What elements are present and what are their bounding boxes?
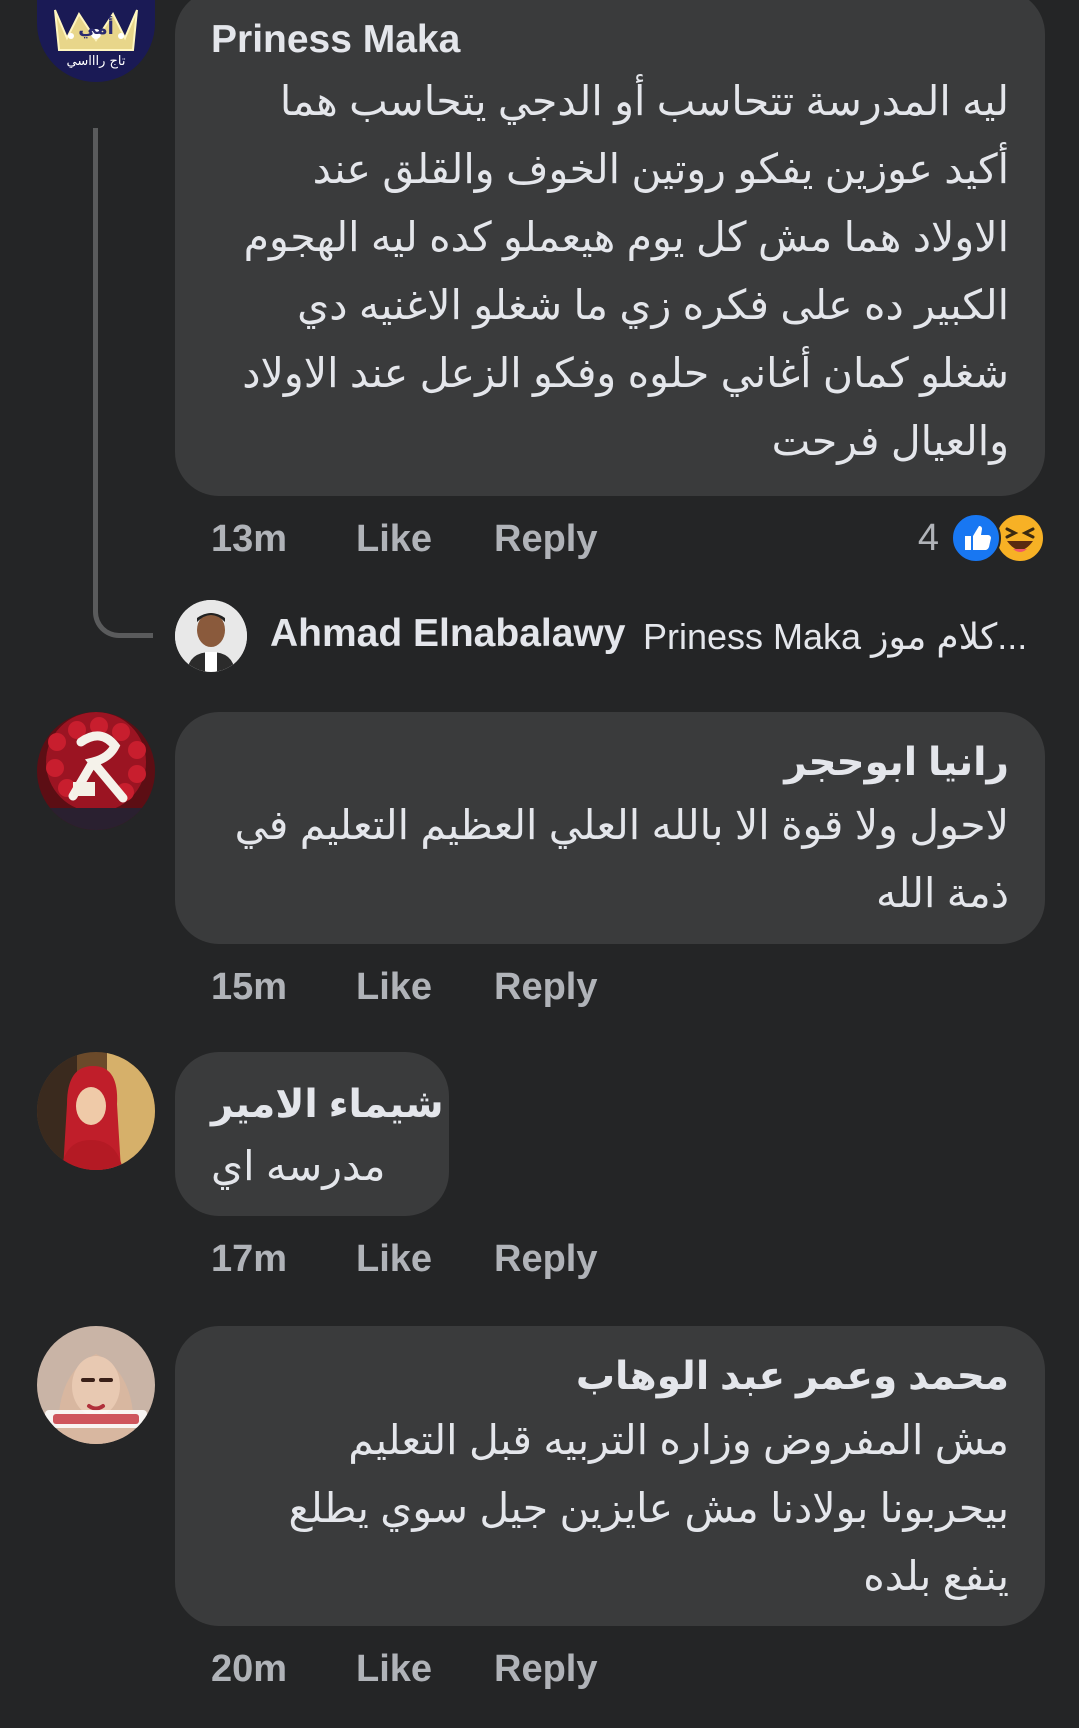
reply-button[interactable]: Reply bbox=[494, 518, 597, 561]
comment-timestamp[interactable]: 20m bbox=[211, 1648, 287, 1691]
avatar-priness-maka[interactable]: أمي تاج راااسي bbox=[37, 0, 155, 82]
comment-bubble: محمد وعمر عبد الوهاب مش المفروض وزاره ال… bbox=[175, 1326, 1045, 1626]
comment-timestamp[interactable]: 17m bbox=[211, 1238, 287, 1281]
comment-author[interactable]: Priness Maka bbox=[211, 18, 460, 62]
avatar-mohamed-omar[interactable] bbox=[37, 1326, 155, 1444]
comment-text: مدرسه اي bbox=[211, 1143, 386, 1189]
comment-bubble: شيماء الامير مدرسه اي bbox=[175, 1052, 449, 1216]
comment-author[interactable]: شيماء الامير bbox=[211, 1082, 444, 1127]
like-button[interactable]: Like bbox=[356, 518, 432, 561]
avatar-caption-bottom: تاج راااسي bbox=[66, 54, 126, 69]
reply-snippet: Priness Maka كلام موز... bbox=[643, 616, 1028, 657]
like-icon bbox=[951, 513, 1001, 563]
like-button[interactable]: Like bbox=[356, 1648, 432, 1691]
like-button[interactable]: Like bbox=[356, 966, 432, 1009]
comment-text: لاحول ولا قوة الا بالله العلي العظيم الت… bbox=[234, 802, 1009, 916]
avatar-ahmad-elnabalawy[interactable] bbox=[175, 600, 247, 672]
comment-author[interactable]: محمد وعمر عبد الوهاب bbox=[576, 1354, 1009, 1399]
reply-button[interactable]: Reply bbox=[494, 1648, 597, 1691]
avatar-rania[interactable] bbox=[37, 712, 155, 830]
comment-bubble: Priness Maka ليه المدرسة تتحاسب أو الدجي… bbox=[175, 0, 1045, 496]
reply-button[interactable]: Reply bbox=[494, 966, 597, 1009]
comment-author[interactable]: رانيا ابوحجر bbox=[784, 740, 1009, 785]
thread-connector-line bbox=[93, 128, 153, 638]
reply-preview[interactable]: Ahmad Elnabalawy Priness Maka كلام موز..… bbox=[175, 600, 1045, 680]
comment-timestamp[interactable]: 13m bbox=[211, 518, 287, 561]
avatar-caption-top: أمي bbox=[78, 18, 114, 39]
comment-bubble: رانيا ابوحجر لاحول ولا قوة الا بالله الع… bbox=[175, 712, 1045, 944]
haha-icon bbox=[995, 513, 1045, 563]
reply-author[interactable]: Ahmad Elnabalawy bbox=[270, 612, 625, 656]
like-button[interactable]: Like bbox=[356, 1238, 432, 1281]
avatar-shaimaa[interactable] bbox=[37, 1052, 155, 1170]
comment-text: مش المفروض وزاره التربيه قبل التعليم بيح… bbox=[288, 1417, 1009, 1599]
reaction-summary[interactable]: 4 bbox=[918, 512, 1045, 564]
reply-button[interactable]: Reply bbox=[494, 1238, 597, 1281]
reaction-count: 4 bbox=[917, 516, 939, 559]
comment-timestamp[interactable]: 15m bbox=[211, 966, 287, 1009]
comment-text: ليه المدرسة تتحاسب أو الدجي يتحاسب هما أ… bbox=[242, 78, 1009, 464]
